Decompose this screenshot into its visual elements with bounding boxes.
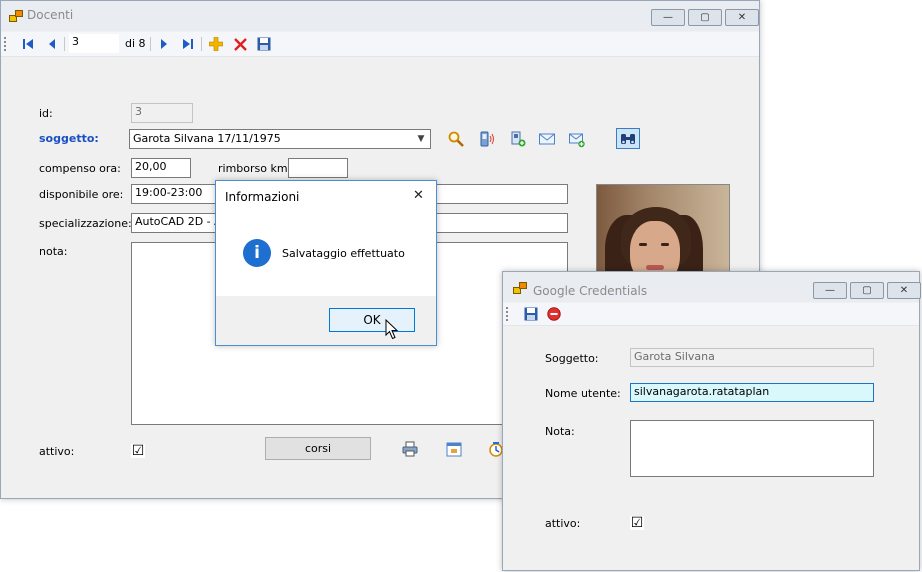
attivo-label: attivo: [39, 445, 75, 458]
move-next-icon [161, 39, 167, 49]
maximize-icon: ▢ [700, 12, 710, 23]
add-icon [209, 37, 223, 51]
id-label: id: [39, 107, 53, 120]
minimize-icon: — [663, 12, 673, 23]
disponibile-label: disponibile ore: [39, 188, 124, 201]
move-previous-icon [49, 39, 55, 49]
info-glyph: i [254, 243, 260, 263]
close-button[interactable]: ✕ [887, 282, 921, 299]
compenso-field[interactable]: 20,00 [131, 158, 191, 178]
close-icon: ✕ [899, 285, 909, 296]
google-titlebar[interactable]: Google Credentials — ▢ ✕ [503, 272, 921, 302]
calendar-icon[interactable] [446, 441, 462, 457]
rimborso-field[interactable] [288, 158, 348, 178]
navigator-toolbar: 3 di 8 [1, 32, 759, 57]
mouse-cursor-icon [385, 319, 399, 340]
google-toolbar [503, 303, 919, 326]
close-icon: ✕ [737, 12, 747, 23]
soggetto-value: Garota Silvana 17/11/1975 [133, 132, 281, 145]
soggetto-field[interactable]: Garota Silvana [630, 348, 874, 367]
window-title: Google Credentials [533, 284, 648, 298]
close-button[interactable]: ✕ [725, 9, 759, 26]
ok-button[interactable]: OK [329, 308, 415, 332]
save-button[interactable] [254, 34, 274, 54]
email-add-icon[interactable] [569, 132, 585, 148]
soggetto-label[interactable]: soggetto: [39, 132, 99, 145]
nota-label: Nota: [545, 425, 575, 438]
rimborso-label: rimborso km: [218, 162, 292, 175]
save-icon [257, 37, 271, 51]
save-icon [524, 307, 538, 321]
dialog-message: Salvataggio effettuato [282, 247, 405, 260]
info-dialog: Informazioni ✕ i Salvataggio effettuato … [215, 180, 437, 346]
add-contact-icon[interactable] [510, 131, 526, 147]
save-button[interactable] [521, 304, 541, 324]
email-icon[interactable] [539, 132, 555, 148]
nota-label: nota: [39, 245, 68, 258]
dialog-title: Informazioni [225, 190, 300, 204]
move-next-button[interactable] [155, 34, 173, 54]
print-icon[interactable] [402, 441, 418, 457]
attivo-checkbox[interactable]: ☑ [630, 516, 644, 530]
info-icon: i [243, 239, 271, 267]
corsi-button[interactable]: corsi [265, 437, 371, 460]
minimize-button[interactable]: — [813, 282, 847, 299]
phone-icon[interactable] [479, 131, 495, 147]
move-last-icon [183, 39, 193, 49]
move-first-button[interactable] [19, 34, 37, 54]
search-icon[interactable] [448, 131, 464, 147]
maximize-button[interactable]: ▢ [688, 9, 722, 26]
compenso-label: compenso ora: [39, 162, 121, 175]
minimize-button[interactable]: — [651, 9, 685, 26]
app-icon [513, 282, 527, 294]
delete-button[interactable] [230, 34, 250, 54]
toolbar-grip[interactable] [506, 307, 508, 321]
binoculars-icon [621, 133, 635, 144]
maximize-icon: ▢ [862, 285, 872, 296]
google-credentials-window: Google Credentials — ▢ ✕ Soggetto: Garot… [502, 271, 921, 571]
cancel-button[interactable] [544, 304, 564, 324]
specializzazione-label: specializzazione: [39, 217, 132, 230]
dialog-close-icon[interactable]: ✕ [413, 188, 424, 203]
toolbar-grip[interactable] [4, 37, 6, 51]
attivo-checkbox[interactable]: ☑ [131, 444, 145, 458]
move-first-icon [23, 39, 33, 49]
add-new-button[interactable] [206, 34, 226, 54]
move-previous-button[interactable] [43, 34, 61, 54]
delete-icon [233, 37, 247, 51]
cancel-icon [547, 307, 561, 321]
maximize-button[interactable]: ▢ [850, 282, 884, 299]
move-last-button[interactable] [179, 34, 197, 54]
nome-utente-label: Nome utente: [545, 387, 621, 400]
nome-utente-field[interactable]: silvanagarota.ratataplan [630, 383, 874, 402]
binoculars-button[interactable] [616, 128, 640, 149]
nota-textarea[interactable] [630, 420, 874, 477]
id-field[interactable]: 3 [131, 103, 193, 123]
attivo-label: attivo: [545, 517, 581, 530]
soggetto-combo[interactable]: Garota Silvana 17/11/1975 ▼ [129, 129, 431, 149]
window-title: Docenti [27, 8, 74, 22]
record-count-label: di 8 [125, 37, 146, 50]
app-icon [9, 10, 23, 22]
chevron-down-icon[interactable]: ▼ [414, 132, 428, 146]
minimize-icon: — [825, 285, 835, 296]
position-input[interactable]: 3 [69, 34, 119, 53]
docenti-titlebar[interactable]: Docenti — ▢ ✕ [1, 1, 759, 31]
soggetto-label: Soggetto: [545, 352, 599, 365]
dialog-footer: OK [216, 296, 436, 345]
